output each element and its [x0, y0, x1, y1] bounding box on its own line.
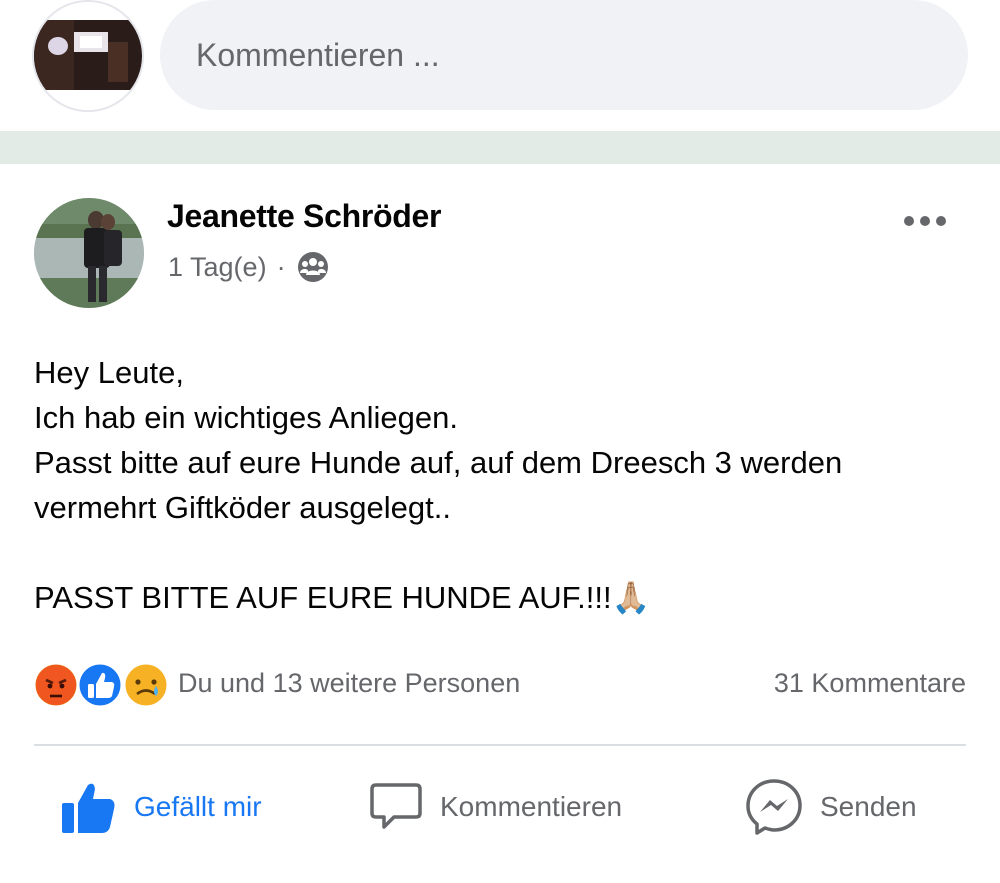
post-line: Passt bitte auf eure Hunde auf, auf dem …: [34, 445, 843, 480]
comment-input[interactable]: Kommentieren ...: [160, 0, 968, 110]
reaction-icons[interactable]: [32, 660, 174, 710]
author-avatar-photo: [34, 198, 144, 308]
comment-label: Kommentieren: [440, 791, 623, 822]
current-user-avatar[interactable]: [32, 0, 144, 112]
thumbs-up-icon: [62, 783, 115, 833]
like-reaction-icon: [76, 661, 124, 709]
more-options-icon[interactable]: [900, 212, 950, 230]
comment-button[interactable]: Kommentieren: [368, 772, 622, 842]
avatar-photo: [34, 2, 142, 110]
sad-reaction-icon: [122, 661, 170, 709]
post-line: Hey Leute,: [34, 355, 184, 390]
send-label: Senden: [820, 791, 917, 822]
author-name[interactable]: Jeanette Schröder: [167, 198, 441, 235]
post-line: Ich hab ein wichtiges Anliegen.: [34, 400, 458, 435]
like-button[interactable]: Gefällt mir: [60, 772, 262, 842]
feed-divider: [0, 131, 1000, 164]
like-label: Gefällt mir: [134, 791, 262, 822]
comment-bubble-icon: [370, 783, 422, 829]
post-line-blank: [34, 530, 974, 575]
post-body: Hey Leute, Ich hab ein wichtiges Anliege…: [34, 350, 974, 620]
angry-reaction-icon: [32, 661, 80, 709]
messenger-icon: [746, 779, 802, 835]
post-meta: 1 Tag(e) ·: [168, 250, 330, 284]
comment-count[interactable]: 31 Kommentare: [774, 668, 966, 699]
meta-separator: ·: [276, 251, 286, 282]
reaction-summary[interactable]: Du und 13 weitere Personen: [178, 668, 520, 699]
post-line: vermehrt Giftköder ausgelegt..: [34, 490, 451, 525]
post-line: PASST BITTE AUF EURE HUNDE AUF.!!!🙏🏼: [34, 580, 651, 615]
comment-input-placeholder: Kommentieren ...: [196, 36, 440, 73]
author-avatar[interactable]: [34, 198, 144, 308]
send-button[interactable]: Senden: [744, 772, 917, 842]
group-icon[interactable]: [296, 250, 330, 284]
post-time[interactable]: 1 Tag(e): [168, 252, 267, 283]
action-divider: [34, 744, 966, 746]
